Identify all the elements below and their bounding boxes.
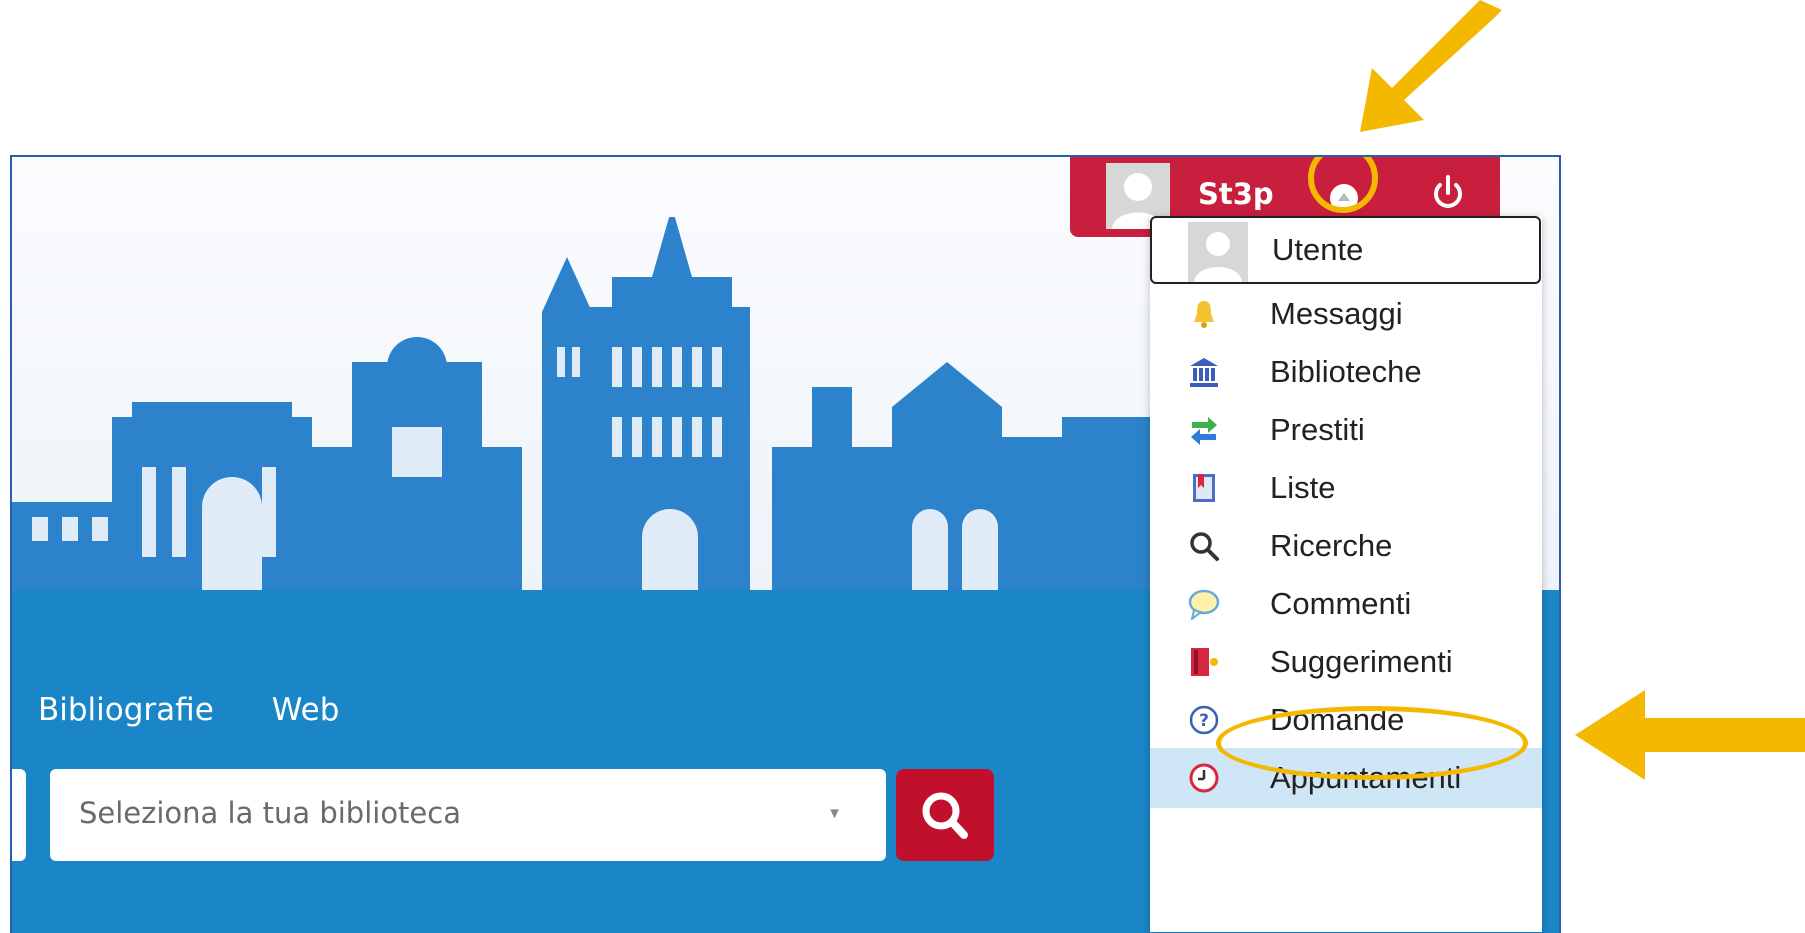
clock-icon [1189,763,1219,793]
menu-item-label: Biblioteche [1270,354,1422,389]
menu-item-label: Messaggi [1270,296,1403,331]
search-type-nav: Bibliografie Web [38,692,339,728]
menu-item-label: Suggerimenti [1270,644,1453,679]
menu-item-label: Ricerche [1270,528,1393,563]
search-input-edge[interactable] [12,769,26,861]
bookmark-list-icon [1193,474,1215,502]
nav-item-bibliografie[interactable]: Bibliografie [38,692,214,728]
library-icon [1190,358,1218,387]
menu-item-label: Utente [1272,232,1364,267]
chevron-down-icon: ▼ [827,805,842,822]
question-icon: ? [1189,705,1219,735]
nav-item-web[interactable]: Web [272,692,340,728]
speech-bubble-icon [1188,589,1220,620]
library-select[interactable]: Seleziona la tua biblioteca ▼ [50,769,886,861]
menu-item-utente[interactable]: Utente [1150,216,1541,284]
search-button[interactable] [896,769,994,861]
search-icon [1190,532,1219,561]
power-icon[interactable] [1430,173,1466,213]
menu-item-biblioteche[interactable]: Biblioteche [1150,342,1542,402]
library-select-placeholder: Seleziona la tua biblioteca [79,796,461,830]
arrow-annotation-right [1575,690,1805,780]
arrow-annotation-top [1360,0,1502,132]
highlight-ellipse-suggerimenti [1216,706,1528,780]
suggestion-book-icon [1191,648,1218,676]
menu-item-label: Prestiti [1270,412,1365,447]
svg-text:?: ? [1199,711,1209,731]
user-dropdown-menu: Utente Messaggi Biblioteche Prestiti Lis… [1150,216,1542,932]
menu-item-liste[interactable]: Liste [1150,458,1542,518]
user-name[interactable]: St3p [1198,177,1274,211]
menu-item-suggerimenti[interactable]: Suggerimenti [1150,632,1542,692]
menu-item-messaggi[interactable]: Messaggi [1150,284,1542,344]
bell-icon [1194,301,1214,328]
transfer-arrows-icon [1191,417,1217,445]
user-icon [1188,222,1248,282]
search-icon [922,792,968,839]
menu-item-ricerche[interactable]: Ricerche [1150,516,1542,576]
menu-item-prestiti[interactable]: Prestiti [1150,400,1542,460]
menu-item-label: Commenti [1270,586,1412,621]
menu-item-label: Liste [1270,470,1336,505]
menu-item-commenti[interactable]: Commenti [1150,574,1542,634]
